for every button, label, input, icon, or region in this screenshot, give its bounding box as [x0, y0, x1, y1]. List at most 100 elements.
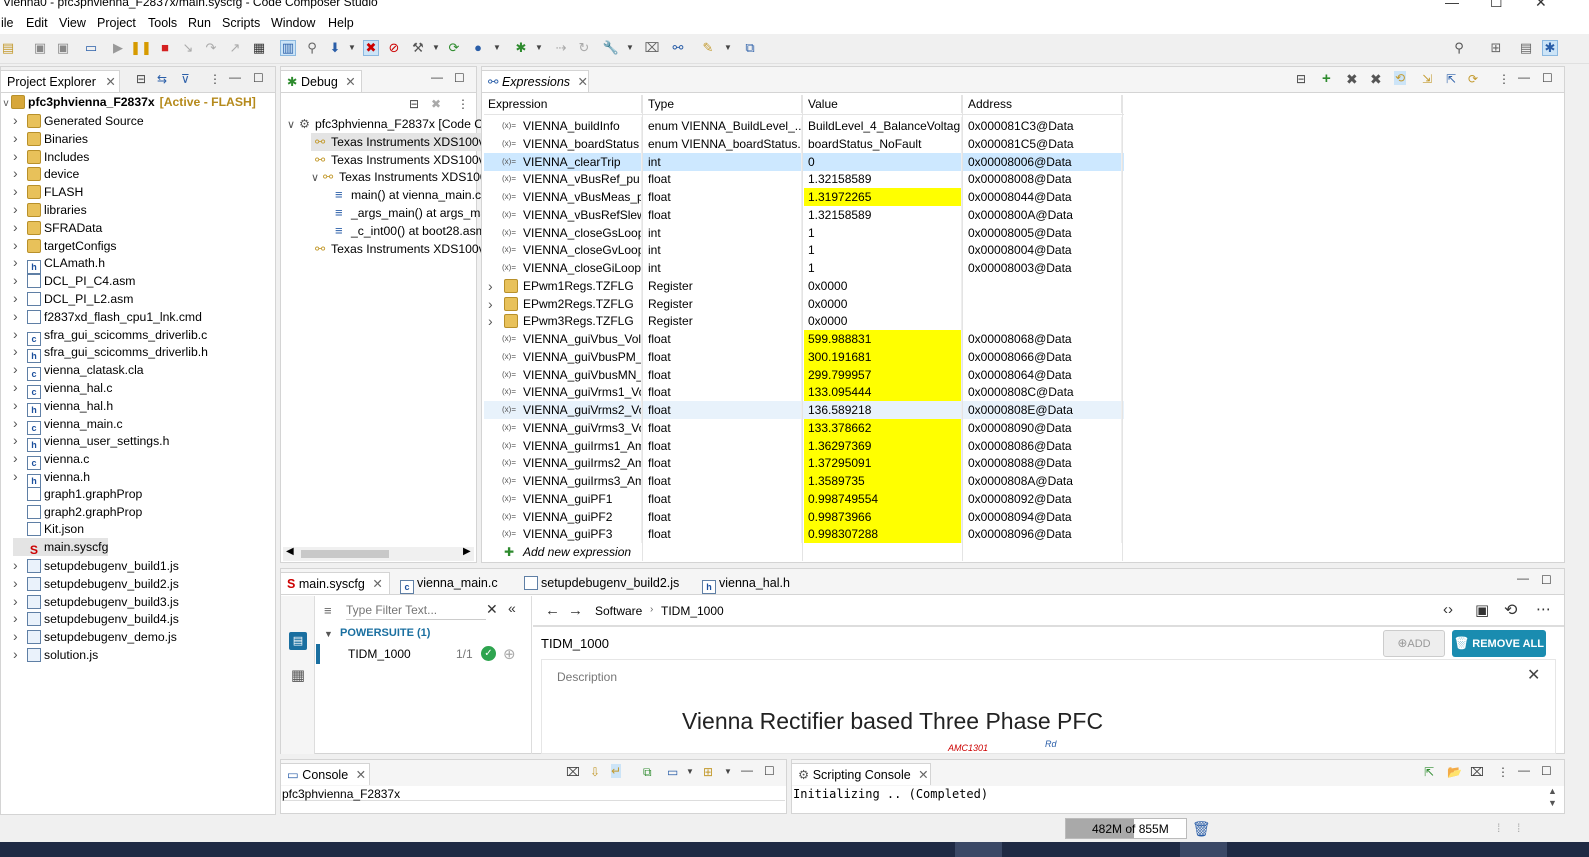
expression-row[interactable]: (x)= VIENNA_vBusMeas_pu float 1.31972265 0x0… — [484, 188, 1124, 206]
open-console-icon[interactable]: ⊞ — [703, 765, 713, 779]
chevron-right-icon[interactable]: › — [13, 360, 27, 378]
expression-row[interactable]: (x)= VIENNA_vBusRefSlewe float 1.32158589 0x… — [484, 205, 1124, 224]
maximize-view-icon[interactable]: ☐ — [1541, 764, 1552, 778]
value-cell[interactable]: 133.095444 — [804, 383, 962, 402]
step-icon[interactable]: ⇢ — [553, 40, 569, 56]
tree-item[interactable]: › setupdebugenv_build1.js — [13, 556, 179, 574]
chevron-right-icon[interactable]: › — [13, 342, 27, 360]
debug-perspective-icon[interactable]: ✱ — [1542, 40, 1558, 56]
expression-cell[interactable]: (x)= VIENNA_guiVrms3_Volt — [484, 418, 642, 437]
tree-item[interactable]: › DCL_PI_C4.asm — [13, 271, 135, 289]
garbage-collect-icon[interactable]: 🗑 — [1192, 820, 1211, 838]
chevron-right-icon[interactable]: › — [13, 592, 27, 610]
export-icon[interactable]: ⇱ — [1424, 765, 1434, 779]
expression-cell[interactable]: (x)= VIENNA_vBusMeas_pu — [484, 188, 642, 206]
chevron-right-icon[interactable]: › — [13, 556, 27, 574]
expression-cell[interactable]: (x)= VIENNA_closeGvLoop — [484, 241, 642, 260]
chevron-down-icon[interactable]: ∨ — [311, 169, 323, 186]
chevron-right-icon[interactable]: › — [13, 271, 27, 289]
chevron-right-icon[interactable]: › — [13, 396, 27, 414]
resume-icon[interactable]: ▶ — [110, 40, 126, 56]
debug-tree-item[interactable]: ⚯ Texas Instruments XDS100v — [311, 132, 505, 151]
chevron-right-icon[interactable]: › — [13, 467, 27, 485]
column-header-expression[interactable]: Expression — [484, 95, 642, 113]
minimize-view-icon[interactable]: — — [1517, 571, 1529, 585]
value-cell[interactable]: BuildLevel_4_BalanceVoltag... — [804, 117, 962, 135]
expression-row[interactable]: (x)= VIENNA_clearTrip int 0 0x00008006@Data — [484, 152, 1124, 171]
tree-item[interactable]: › targetConfigs — [13, 236, 117, 254]
tab-vienna-main-c[interactable]: c vienna_main.c — [393, 572, 505, 594]
link-editor-icon[interactable]: ⇆ — [157, 72, 167, 86]
debug-dropdown-icon[interactable]: ▼ — [489, 40, 505, 56]
tab-debug[interactable]: ✱ Debug ✕ — [280, 70, 362, 92]
value-cell[interactable]: 1.32158589 — [804, 170, 962, 189]
chevron-right-icon[interactable]: › — [488, 277, 493, 295]
load-dropdown-icon[interactable]: ▼ — [344, 40, 360, 56]
grid-icon[interactable]: ▦ — [251, 40, 267, 56]
expression-cell[interactable]: (x)= VIENNA_guiPF3 — [484, 525, 642, 544]
import-icon[interactable]: ⇲ — [1422, 72, 1432, 86]
value-cell[interactable]: 1.36297369 — [804, 436, 962, 455]
chevron-right-icon[interactable]: › — [13, 431, 27, 449]
menu-edit[interactable]: Edit — [26, 16, 48, 30]
clear-console-icon[interactable]: ⌧ — [566, 765, 580, 779]
minimize-view-icon[interactable]: — — [229, 70, 241, 84]
tree-item[interactable]: Smain.syscfg — [13, 538, 109, 557]
tab-main-syscfg[interactable]: S main.syscfg ✕ — [280, 572, 390, 594]
open-dropdown-icon[interactable]: ▼ — [724, 767, 732, 776]
filter-icon[interactable]: ⊽ — [181, 72, 190, 86]
tree-item[interactable]: › solution.js — [13, 645, 98, 663]
menu-view[interactable]: View — [59, 16, 86, 30]
column-header-type[interactable]: Type — [644, 95, 802, 113]
expression-cell[interactable]: (x)= VIENNA_guiIrms3_Amp — [484, 472, 642, 490]
expression-cell[interactable]: (x)= VIENNA_guiVrms2_Volt — [484, 401, 642, 419]
modules-view-icon[interactable]: ▤ — [289, 632, 307, 650]
remove-terminated-icon[interactable]: ✖ — [431, 97, 441, 111]
display-dropdown-icon[interactable]: ▼ — [686, 767, 694, 776]
scroll-right-icon[interactable]: ▶ — [463, 546, 471, 557]
maximize-view-icon[interactable]: ☐ — [1541, 573, 1552, 587]
maximize-view-icon[interactable]: ☐ — [454, 71, 465, 85]
menu-run[interactable]: Run — [188, 16, 211, 30]
value-cell[interactable]: boardStatus_NoFault — [804, 134, 962, 153]
run-icon[interactable]: ⟳ — [446, 40, 462, 56]
column-header-address[interactable]: Address — [964, 95, 1122, 113]
value-cell[interactable]: 1.3589735 — [804, 472, 962, 490]
add-expression-row[interactable]: ✚ Add new expression — [484, 543, 1124, 561]
chevron-right-icon[interactable]: › — [488, 312, 493, 330]
step-over-icon[interactable]: ↷ — [203, 40, 219, 56]
project-root[interactable]: v pfc3phvienna_F2837x [Active - FLASH] — [1, 93, 256, 111]
tree-item[interactable]: Kit.json — [13, 520, 84, 538]
connect-icon[interactable]: ▥ — [280, 40, 296, 56]
chevron-right-icon[interactable]: › — [13, 574, 27, 592]
value-cell[interactable]: 1 — [804, 223, 962, 242]
add-expression-icon[interactable]: + — [1322, 70, 1331, 87]
chevron-down-icon[interactable]: ∨ — [287, 116, 299, 133]
link-icon[interactable]: ⚲ — [304, 40, 320, 56]
expression-row[interactable]: (x)= VIENNA_vBusRef_pu float 1.32158589 0x00… — [484, 170, 1124, 189]
skip-breakpoints-icon[interactable]: ⊘ — [386, 40, 402, 56]
chevron-right-icon[interactable]: › — [13, 449, 27, 467]
new-icon[interactable]: ▤ — [0, 40, 16, 56]
close-tab-icon[interactable]: ✕ — [105, 75, 115, 89]
minimize-view-icon[interactable]: — — [431, 70, 443, 84]
chevron-right-icon[interactable]: › — [13, 414, 27, 432]
expression-row[interactable]: › EPwm3Regs.TZFLG Register 0x0000 — [484, 312, 1124, 331]
expression-row[interactable]: (x)= VIENNA_closeGvLoop int 1 0x00008004@Dat… — [484, 241, 1124, 260]
expression-cell[interactable]: (x)= VIENNA_guiIrms2_Amp — [484, 454, 642, 473]
breadcrumb-software[interactable]: Software — [595, 604, 642, 618]
close-icon[interactable]: ✕ — [1535, 0, 1547, 11]
chevron-down-icon[interactable]: ▼ — [324, 629, 333, 639]
debug-icon[interactable]: ● — [470, 40, 486, 56]
menu-help[interactable]: Help — [328, 16, 354, 30]
chevron-right-icon[interactable]: › — [488, 295, 493, 313]
tree-item[interactable]: › c sfra_gui_scicomms_driverlib.c — [13, 325, 207, 346]
debug-tree-item[interactable]: ∨ ⚙ pfc3phvienna_F2837x [Code C — [287, 115, 481, 133]
chevron-right-icon[interactable]: › — [13, 236, 27, 254]
chevron-right-icon[interactable]: › — [13, 645, 27, 663]
expression-row[interactable]: (x)= VIENNA_guiVbusMN_V float 299.799957 0x0… — [484, 365, 1124, 384]
add-button[interactable]: ⊕ADD — [1383, 630, 1445, 657]
menu-project[interactable]: Project — [97, 16, 136, 30]
chevron-right-icon[interactable]: › — [13, 289, 27, 307]
remove-all-button[interactable]: 🗑 REMOVE ALL — [1452, 630, 1546, 657]
